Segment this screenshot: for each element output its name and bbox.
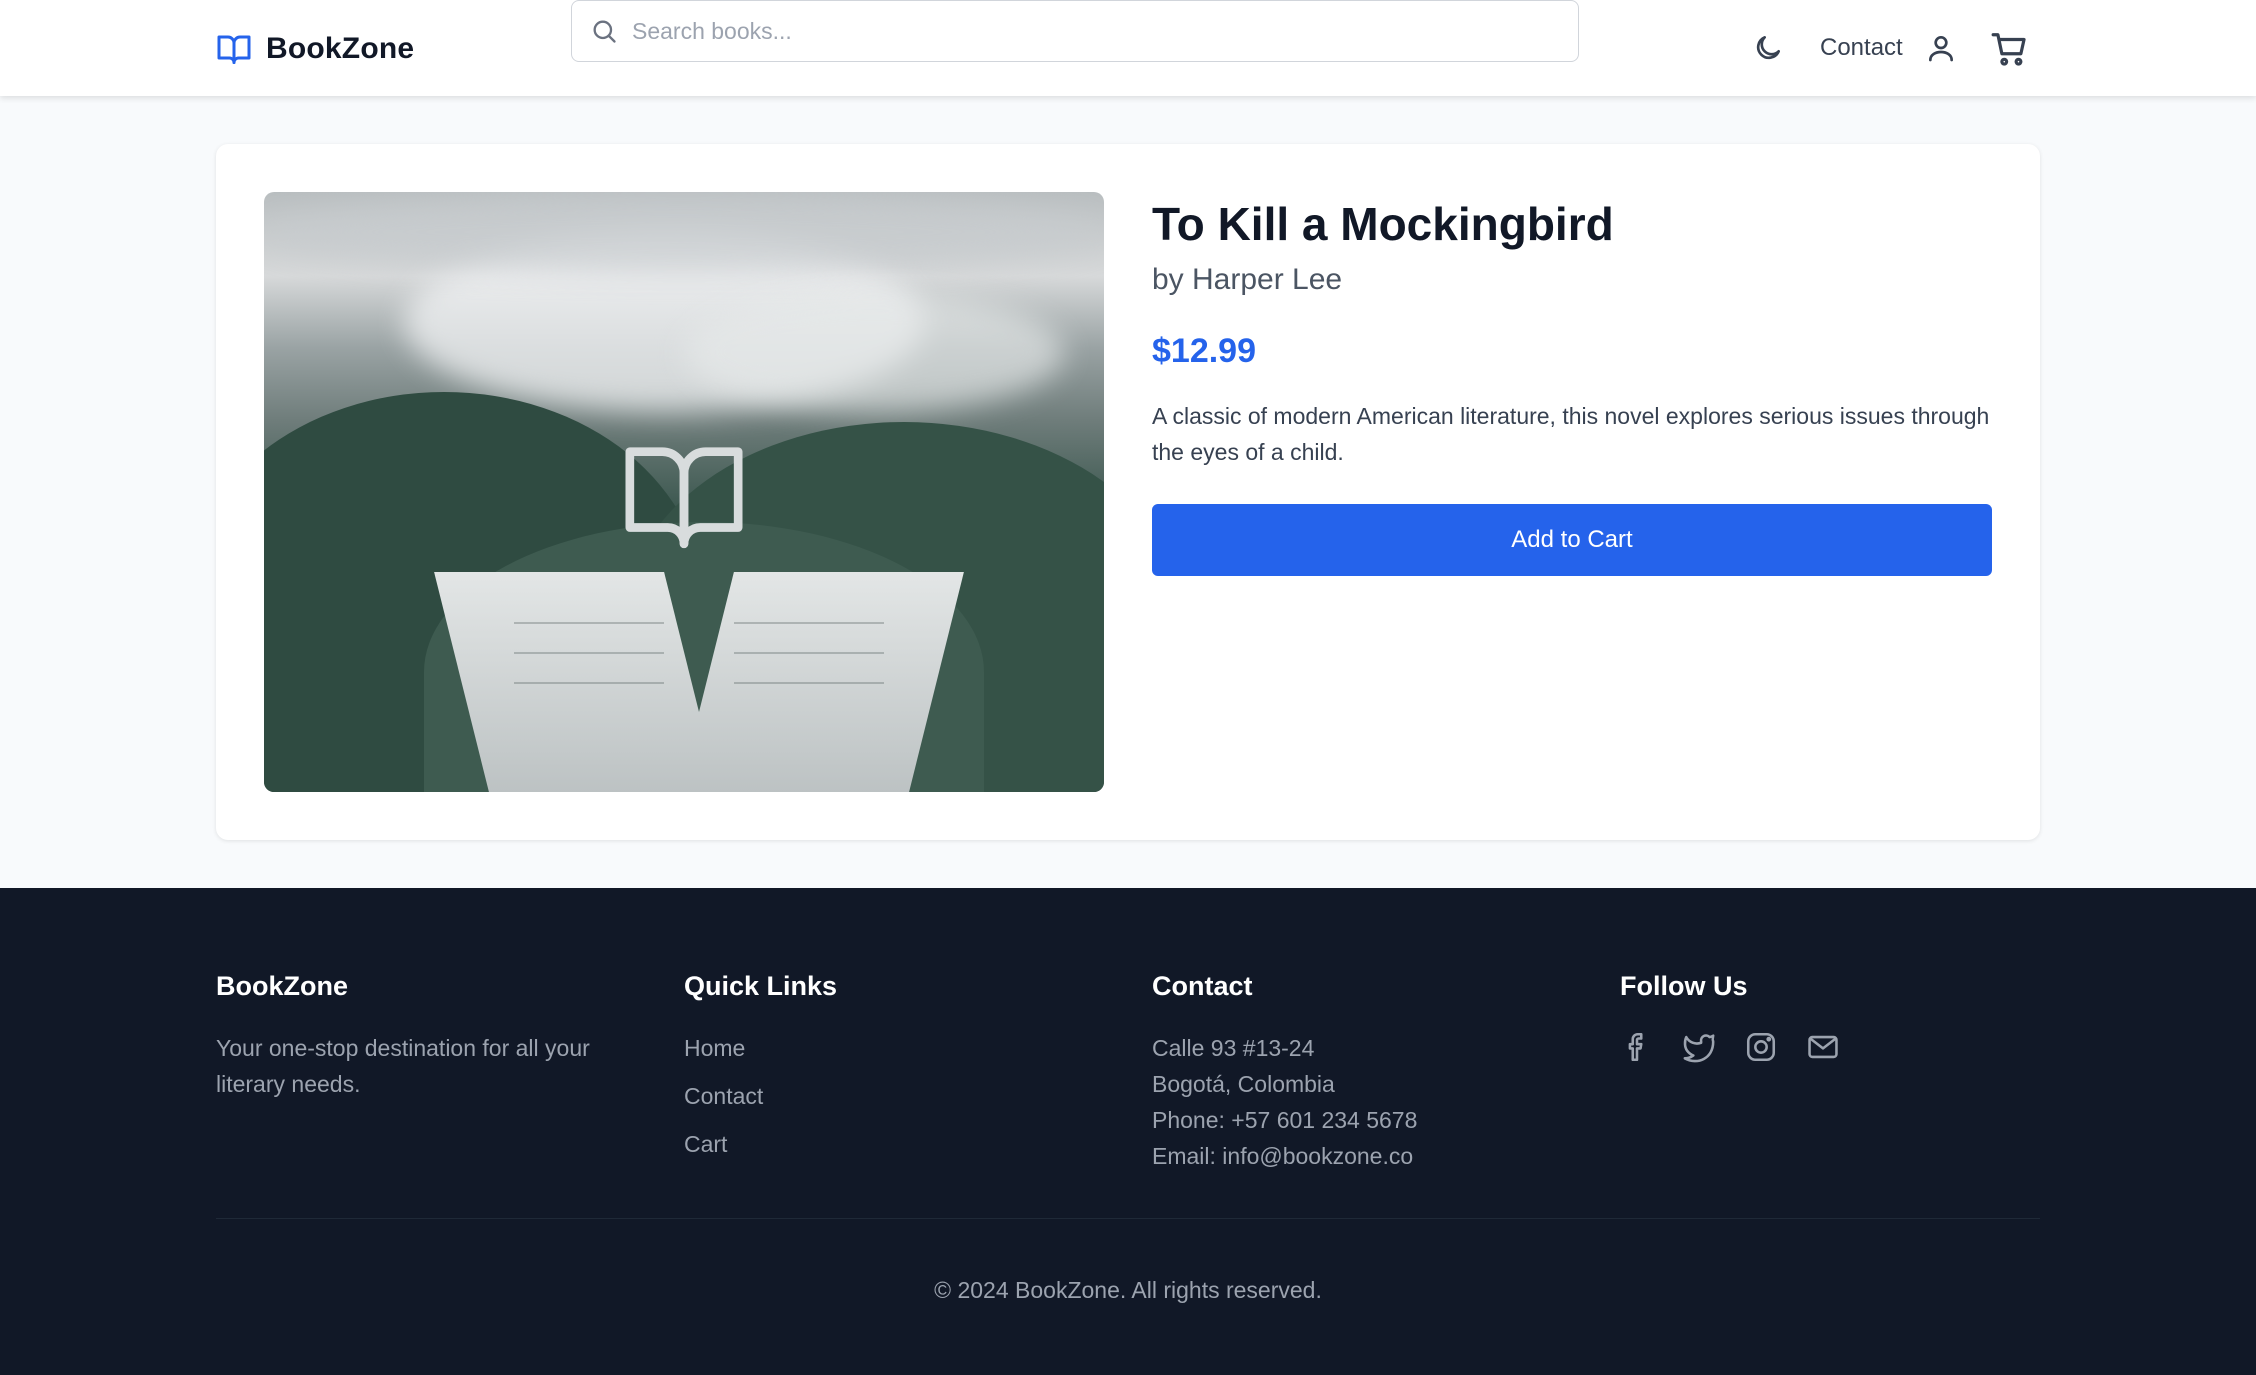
- footer-about: BookZone Your one-stop destination for a…: [216, 968, 636, 1102]
- search-input[interactable]: [632, 1, 1562, 61]
- book-description: A classic of modern American literature,…: [1152, 403, 1990, 465]
- brand-logo[interactable]: BookZone: [216, 28, 414, 70]
- brand-name: BookZone: [266, 32, 415, 65]
- nav-contact-link[interactable]: Contact: [1820, 34, 1903, 62]
- facebook-icon[interactable]: [1620, 1030, 1654, 1064]
- footer-link-cart[interactable]: Cart: [684, 1126, 1104, 1162]
- add-to-cart-button[interactable]: Add to Cart: [1152, 504, 1992, 576]
- product-card: To Kill a Mockingbird by Harper Lee $12.…: [216, 144, 2040, 840]
- footer-divider: [216, 1218, 2040, 1219]
- footer-contact-heading: Contact: [1152, 971, 1253, 1001]
- footer-email: Email: info@bookzone.co: [1152, 1143, 1414, 1169]
- top-header: BookZone Contact: [0, 0, 2256, 96]
- footer-link-home[interactable]: Home: [684, 1030, 1104, 1066]
- footer-quick-links-heading: Quick Links: [684, 971, 838, 1001]
- mail-icon[interactable]: [1806, 1030, 1840, 1064]
- social-links: [1620, 1030, 2040, 1064]
- user-icon[interactable]: [1925, 32, 1957, 64]
- footer-contact: Contact Calle 93 #13-24 Bogotá, Colombia…: [1152, 968, 1572, 1174]
- book-cover-image: [264, 192, 1104, 792]
- moon-icon[interactable]: [1752, 32, 1784, 64]
- book-title: To Kill a Mockingbird: [1152, 198, 1614, 250]
- footer-address-line2: Bogotá, Colombia: [1152, 1071, 1335, 1097]
- search-icon: [593, 20, 616, 43]
- footer-about-text: Your one-stop destination for all your l…: [216, 1035, 590, 1097]
- footer-follow: Follow Us: [1620, 968, 2040, 1064]
- book-price: $12.99: [1152, 332, 1256, 370]
- footer-phone: Phone: +57 601 234 5678: [1152, 1107, 1418, 1133]
- footer-about-heading: BookZone: [216, 971, 348, 1001]
- footer-address-line1: Calle 93 #13-24: [1152, 1035, 1315, 1061]
- copyright-text: © 2024 BookZone. All rights reserved.: [934, 1277, 1322, 1303]
- book-open-icon: [625, 447, 743, 549]
- search-bar[interactable]: [571, 0, 1579, 62]
- footer-link-contact[interactable]: Contact: [684, 1078, 1104, 1114]
- book-author: by Harper Lee: [1152, 263, 1343, 296]
- book-open-icon: [217, 35, 251, 64]
- footer-links-list: Home Contact Cart: [684, 1030, 1104, 1162]
- twitter-icon[interactable]: [1682, 1030, 1716, 1064]
- cart-icon[interactable]: [1990, 30, 2028, 68]
- footer-quick-links: Quick Links Home Contact Cart: [684, 968, 1104, 1174]
- footer-follow-heading: Follow Us: [1620, 971, 1748, 1001]
- instagram-icon[interactable]: [1744, 1030, 1778, 1064]
- site-footer: BookZone Your one-stop destination for a…: [0, 888, 2256, 1375]
